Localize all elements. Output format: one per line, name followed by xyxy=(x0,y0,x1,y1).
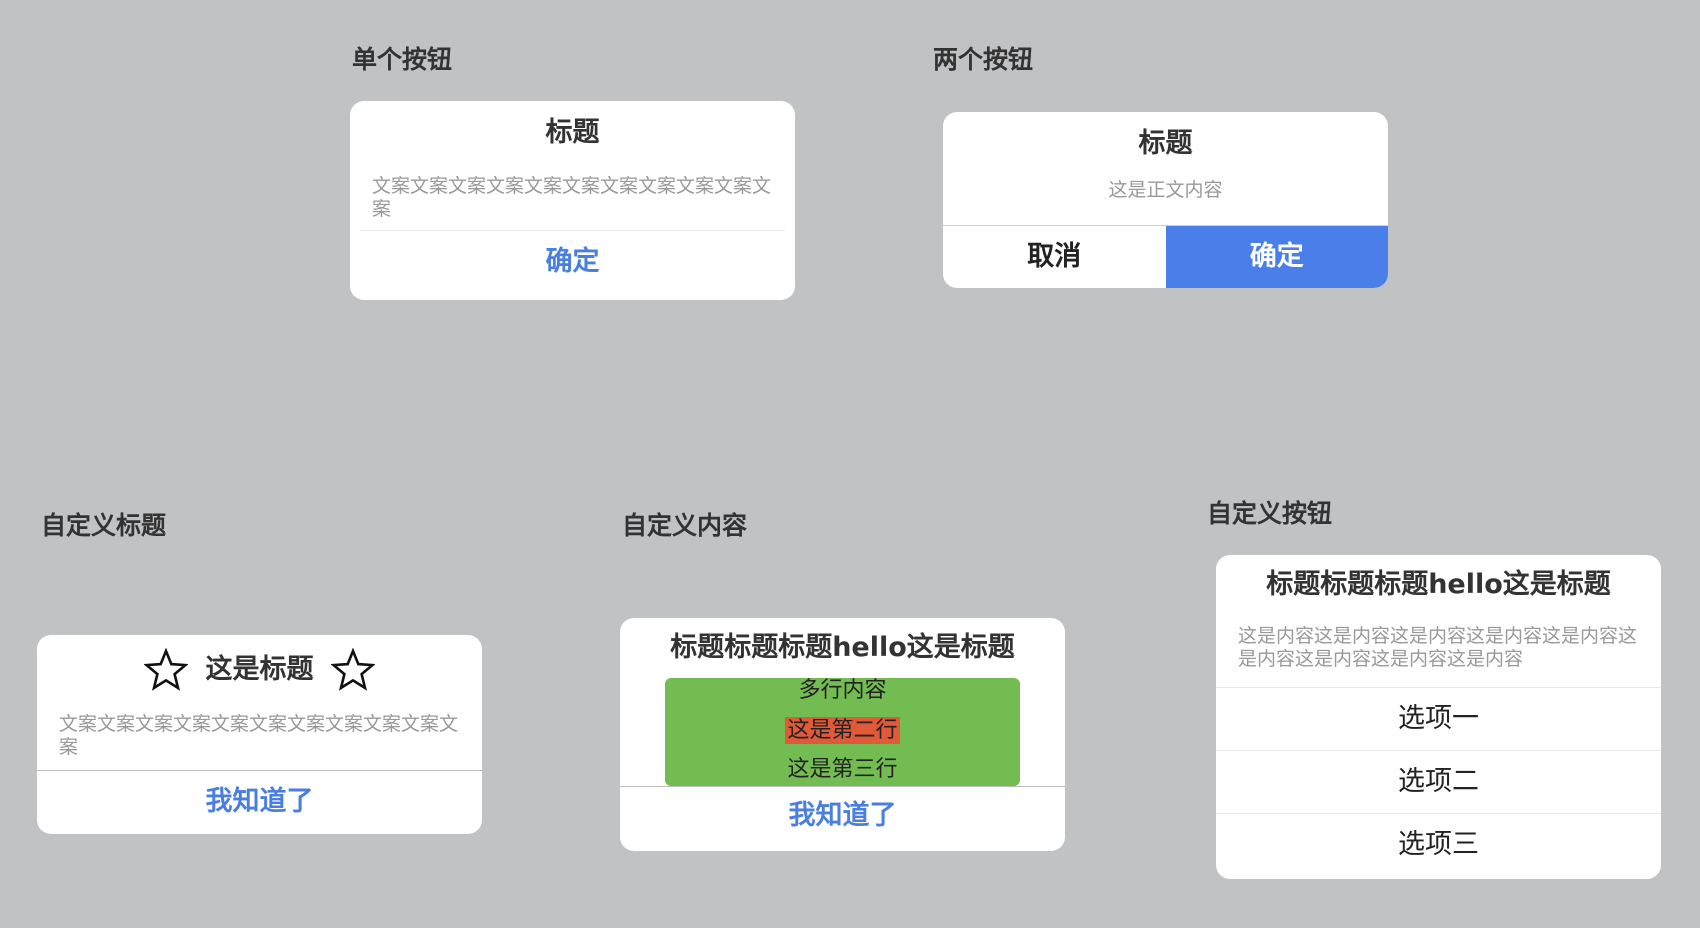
section-label-custom-content: 自定义内容 xyxy=(622,511,748,540)
single-button-dialog: 标题 文案文案文案文案文案文案文案文案文案文案文案 确定 xyxy=(350,101,795,300)
custom-title-dialog: 这是标题 文案文案文案文案文案文案文案文案文案文案文案 我知道了 xyxy=(37,635,482,834)
option-button-3[interactable]: 选项三 xyxy=(1216,814,1661,876)
dialog-title: 标题标题标题hello这是标题 xyxy=(670,632,1015,663)
dialog-body: 这是正文内容 xyxy=(1108,179,1223,201)
content-line: 多行内容 xyxy=(798,678,887,703)
custom-content-box: 多行内容 这是第二行 这是第三行 xyxy=(665,678,1020,786)
dialog-body: 文案文案文案文案文案文案文案文案文案文案文案 xyxy=(59,713,459,758)
option-button-1[interactable]: 选项一 xyxy=(1216,688,1661,751)
dialog-body: 文案文案文案文案文案文案文案文案文案文案文案 xyxy=(372,175,772,220)
custom-buttons-dialog: 标题标题标题hello这是标题 这是内容这是内容这是内容这是内容这是内容这是内容… xyxy=(1216,555,1661,879)
acknowledge-button[interactable]: 我知道了 xyxy=(37,771,482,833)
dialog-body: 这是内容这是内容这是内容这是内容这是内容这是内容这是内容这是内容这是内容 xyxy=(1238,625,1638,670)
confirm-button[interactable]: 确定 xyxy=(1165,226,1388,288)
star-icon xyxy=(330,647,375,691)
cancel-button[interactable]: 取消 xyxy=(943,226,1166,288)
confirm-button[interactable]: 确定 xyxy=(350,231,795,295)
button-row: 取消 确定 xyxy=(943,225,1388,288)
content-line-highlighted: 这是第二行 xyxy=(665,716,1020,756)
section-label-single-button: 单个按钮 xyxy=(352,45,453,74)
content-line: 这是第三行 xyxy=(787,757,898,782)
acknowledge-button[interactable]: 我知道了 xyxy=(620,787,1065,847)
section-label-custom-buttons: 自定义按钮 xyxy=(1207,499,1333,528)
section-label-custom-title: 自定义标题 xyxy=(41,511,167,540)
star-icon xyxy=(144,647,189,691)
dialog-title: 标题标题标题hello这是标题 xyxy=(1266,569,1611,600)
section-label-two-buttons: 两个按钮 xyxy=(933,45,1034,74)
highlighted-text: 这是第二行 xyxy=(785,717,900,744)
custom-content-dialog: 标题标题标题hello这是标题 多行内容 这是第二行 这是第三行 我知道了 xyxy=(620,618,1065,851)
dialog-title: 这是标题 xyxy=(205,653,314,685)
dialog-title-row: 这是标题 xyxy=(37,635,482,693)
option-button-2[interactable]: 选项二 xyxy=(1216,751,1661,814)
two-button-dialog: 标题 这是正文内容 取消 确定 xyxy=(943,112,1388,288)
dialog-title: 标题 xyxy=(545,117,600,148)
dialog-title: 标题 xyxy=(1138,128,1193,159)
